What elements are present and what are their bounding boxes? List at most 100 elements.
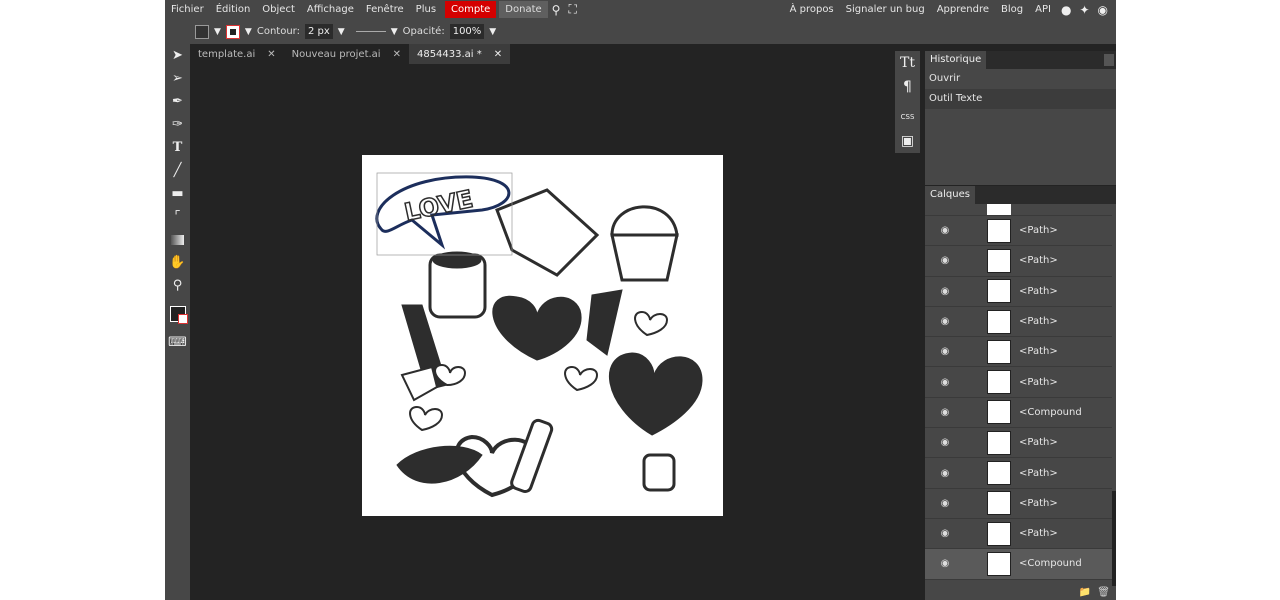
collapse-button[interactable]	[1104, 54, 1114, 66]
layer-name: <Path>	[1019, 437, 1058, 449]
layer-name: <Path>	[1019, 376, 1058, 388]
layer-thumbnail	[987, 218, 1011, 243]
paragraph-panel-icon[interactable]: ¶	[895, 75, 920, 99]
eye-icon[interactable]: ◉	[925, 528, 965, 539]
facebook-icon[interactable]: ◉	[1094, 3, 1112, 17]
tab-nouveau-projet[interactable]: Nouveau projet.ai ✕	[284, 44, 409, 64]
link-blog[interactable]: Blog	[995, 1, 1029, 18]
tab-template[interactable]: template.ai ✕	[190, 44, 284, 64]
stroke-dropdown-icon[interactable]: ▼	[245, 27, 252, 37]
stroke-style-line[interactable]	[355, 31, 386, 32]
layer-row[interactable]: ◉ <Compound Path>	[925, 549, 1112, 580]
layer-thumbnail	[987, 551, 1011, 576]
contour-dropdown-icon[interactable]: ▼	[338, 27, 345, 37]
layer-row[interactable]: ◉ <Path>	[925, 337, 1112, 368]
layer-row[interactable]: ◉ <Path>	[925, 519, 1112, 550]
css-panel-icon[interactable]: CSS	[895, 105, 920, 129]
image-panel-icon[interactable]: ▣	[895, 129, 920, 153]
layer-row[interactable]: ◉ <Path>	[925, 489, 1112, 519]
compte-button[interactable]: Compte	[445, 1, 497, 18]
menu-object[interactable]: Object	[256, 1, 301, 18]
history-item[interactable]: Outil Texte	[925, 89, 1116, 109]
menu-affichage[interactable]: Affichage	[301, 1, 360, 18]
eye-icon[interactable]: ◉	[925, 558, 965, 569]
link-signaler-bug[interactable]: Signaler un bug	[840, 1, 931, 18]
tab-4854433[interactable]: 4854433.ai * ✕	[408, 44, 511, 64]
stroke-style-dropdown-icon[interactable]: ▼	[391, 27, 398, 37]
rectangle-tool-icon[interactable]: ▬	[165, 182, 190, 205]
layer-row[interactable]: ◉ <Path>	[925, 246, 1112, 277]
fullscreen-icon[interactable]: ⛶	[564, 2, 580, 17]
layer-thumbnail	[987, 370, 1011, 395]
history-panel: Historique Ouvrir Outil Texte	[925, 51, 1116, 185]
fill-dropdown-icon[interactable]: ▼	[214, 27, 221, 37]
layer-thumbnail	[987, 339, 1011, 364]
close-icon[interactable]: ✕	[393, 49, 401, 60]
menu-fenetre[interactable]: Fenêtre	[360, 1, 410, 18]
opacity-dropdown-icon[interactable]: ▼	[489, 27, 496, 37]
layer-row-partial[interactable]	[925, 204, 1112, 216]
character-panel-icon[interactable]: Tt	[895, 51, 920, 75]
pen-add-tool-icon[interactable]: ✑	[165, 113, 190, 136]
layer-row[interactable]: ◉ <Path>	[925, 458, 1112, 489]
tab-label: Nouveau projet.ai	[291, 48, 381, 60]
eye-icon[interactable]: ◉	[925, 346, 965, 357]
eye-icon[interactable]: ◉	[925, 498, 965, 509]
color-swatches-icon[interactable]	[165, 297, 190, 331]
layer-thumbnail	[987, 309, 1011, 334]
twitter-icon[interactable]: ✦	[1075, 3, 1093, 17]
link-apprendre[interactable]: Apprendre	[931, 1, 995, 18]
eye-icon[interactable]: ◉	[925, 286, 965, 297]
layers-tab[interactable]: Calques	[925, 186, 975, 204]
crop-tool-icon[interactable]: ⌜	[165, 205, 190, 228]
layer-thumbnail	[987, 430, 1011, 455]
link-api[interactable]: API	[1029, 1, 1057, 18]
eye-icon[interactable]: ◉	[925, 316, 965, 327]
menu-plus[interactable]: Plus	[410, 1, 442, 18]
layer-name: <Path>	[1019, 528, 1058, 540]
stroke-swatch[interactable]	[225, 24, 240, 39]
zoom-tool-icon[interactable]: ⚲	[165, 274, 190, 297]
eye-icon[interactable]: ◉	[925, 468, 965, 479]
layer-row[interactable]: ◉ <Compound Path>	[925, 398, 1112, 429]
close-icon[interactable]: ✕	[267, 49, 275, 60]
eye-icon[interactable]: ◉	[925, 255, 965, 266]
scrollbar[interactable]	[1112, 491, 1116, 586]
hand-tool-icon[interactable]: ✋	[165, 251, 190, 274]
menu-fichier[interactable]: Fichier	[165, 1, 210, 18]
contour-input[interactable]: 2 px	[304, 24, 333, 39]
menu-edition[interactable]: Édition	[210, 1, 257, 18]
text-tool-icon[interactable]: T	[165, 136, 190, 159]
layer-row[interactable]: ◉ <Path>	[925, 277, 1112, 307]
eye-icon[interactable]: ◉	[925, 407, 965, 418]
eye-icon[interactable]: ◉	[925, 225, 965, 236]
eye-icon[interactable]: ◉	[925, 377, 965, 388]
link-a-propos[interactable]: À propos	[784, 1, 840, 18]
close-icon[interactable]: ✕	[494, 49, 502, 60]
eye-icon[interactable]: ◉	[925, 437, 965, 448]
layer-row[interactable]: ◉ <Path>	[925, 307, 1112, 338]
pen-tool-icon[interactable]: ✒	[165, 90, 190, 113]
gradient-tool-icon[interactable]	[165, 228, 190, 251]
keyboard-icon[interactable]: ⌨	[165, 331, 190, 354]
trash-icon[interactable]: 🗑	[1097, 587, 1110, 598]
layer-row[interactable]: ◉ <Path>	[925, 216, 1112, 247]
basket	[642, 453, 676, 492]
reddit-icon[interactable]: ●	[1057, 3, 1075, 17]
line-tool-icon[interactable]: ╱	[165, 159, 190, 182]
history-tab[interactable]: Historique	[925, 51, 987, 69]
tab-label: 4854433.ai *	[416, 48, 482, 60]
history-item[interactable]: Ouvrir	[925, 69, 1116, 89]
select-tool-icon[interactable]: ➤	[165, 44, 190, 67]
layer-row[interactable]: ◉ <Path>	[925, 367, 1112, 398]
menu-bar: Fichier Édition Object Affichage Fenêtre…	[165, 0, 1116, 19]
search-icon[interactable]: ⚲	[548, 3, 565, 17]
balloon-heart	[608, 352, 703, 436]
layer-row[interactable]: ◉ <Path>	[925, 428, 1112, 459]
folder-icon[interactable]: 📁	[1079, 587, 1091, 598]
opacity-input[interactable]: 100%	[449, 24, 485, 39]
donate-button[interactable]: Donate	[499, 1, 548, 18]
direct-select-tool-icon[interactable]: ➢	[165, 67, 190, 90]
fill-swatch[interactable]	[195, 24, 209, 39]
artboard[interactable]: LOVE	[362, 155, 723, 516]
